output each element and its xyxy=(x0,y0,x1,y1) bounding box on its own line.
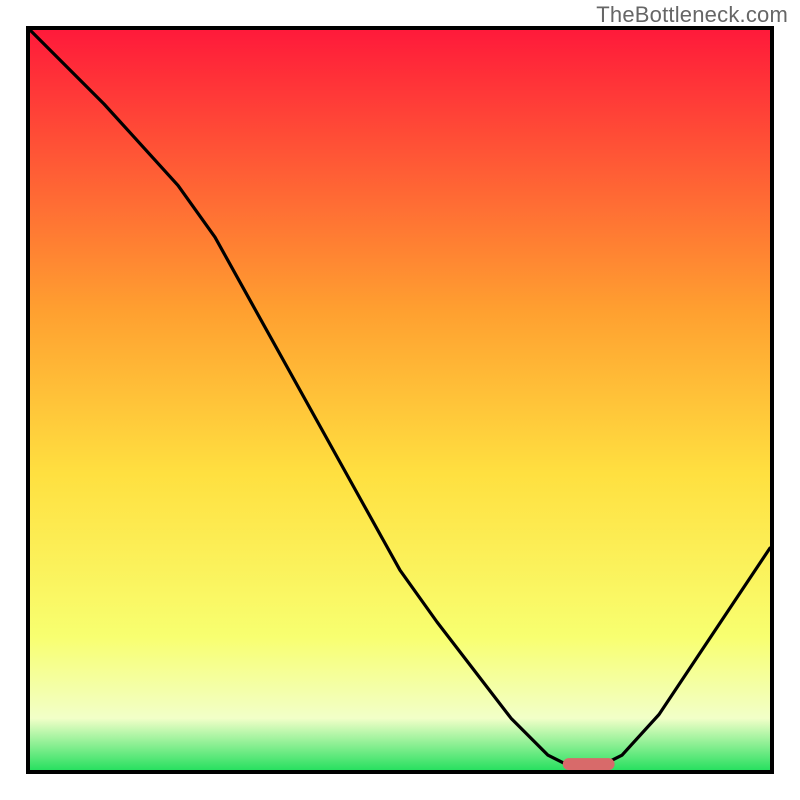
optimal-marker xyxy=(563,758,615,770)
watermark-label: TheBottleneck.com xyxy=(596,2,788,28)
chart-svg xyxy=(30,30,770,770)
chart-frame: TheBottleneck.com xyxy=(0,0,800,800)
gradient-background xyxy=(30,30,770,770)
